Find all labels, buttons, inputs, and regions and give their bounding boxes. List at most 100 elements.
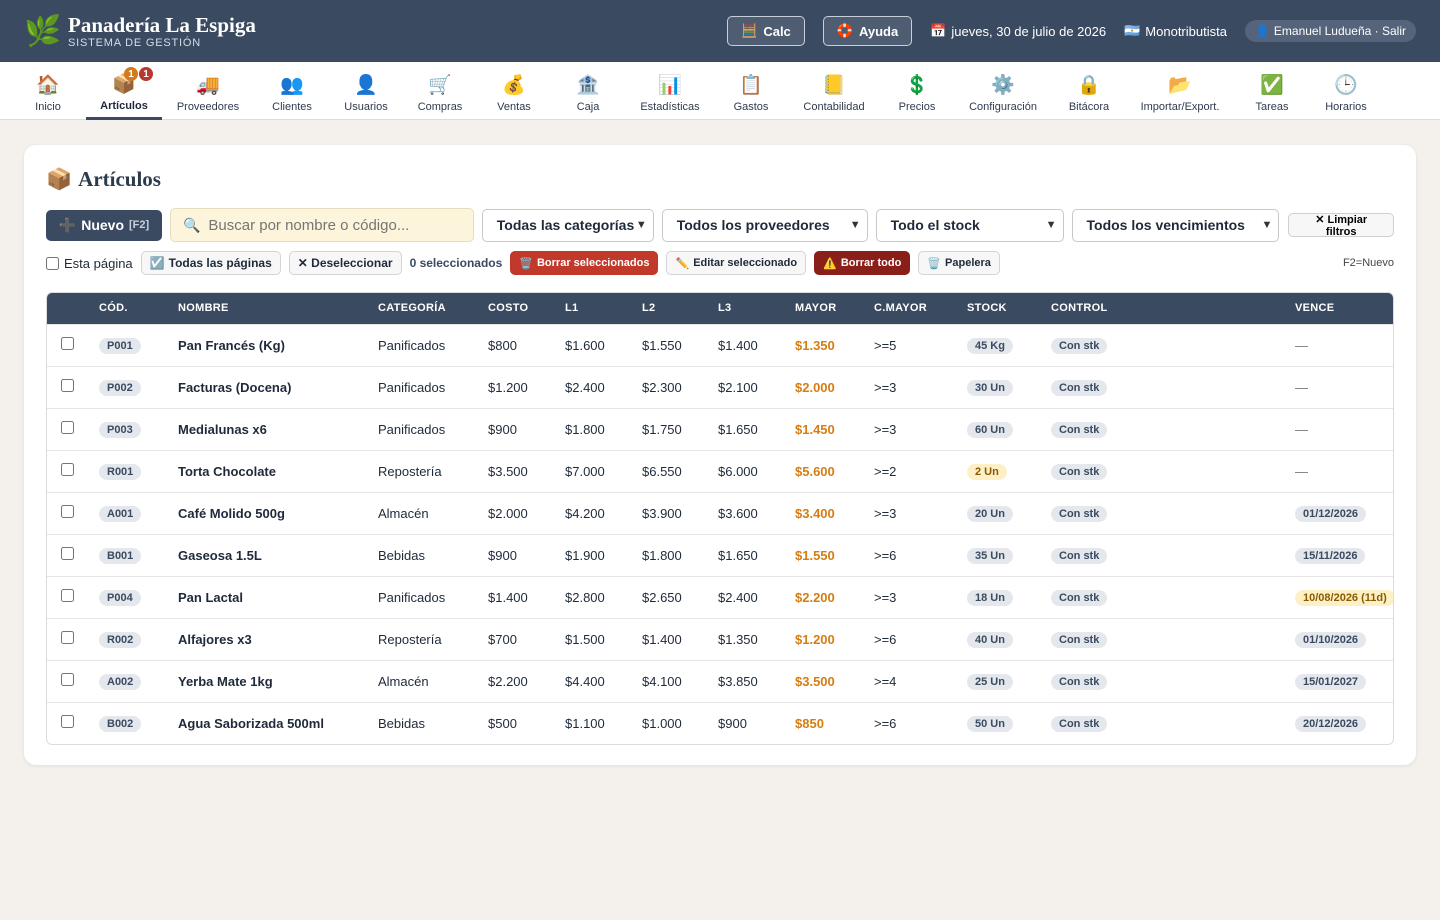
nav-item-ventas[interactable]: 💰 Ventas — [478, 62, 550, 120]
l3-cell: $2.400 — [718, 589, 758, 605]
cost-cell: $900 — [488, 547, 517, 563]
code-badge: P003 — [99, 421, 141, 438]
nav-item-precios[interactable]: 💲 Precios — [880, 62, 954, 120]
expiry-cell: — — [1295, 408, 1393, 450]
expiry-cell: 01/12/2026 — [1295, 492, 1393, 534]
row-checkbox[interactable] — [61, 631, 74, 644]
row-checkbox[interactable] — [61, 421, 74, 434]
control-cell: Con stk — [1051, 450, 1148, 492]
nav-item-horarios[interactable]: 🕒 Horarios — [1310, 62, 1382, 120]
pencil-icon: ✏️ — [675, 257, 690, 270]
control-cell: Con stk — [1051, 576, 1148, 618]
row-checkbox[interactable] — [61, 715, 74, 729]
caja-icon: 🏦 — [576, 75, 600, 96]
expiry-select[interactable]: Todos los vencimientos ▼ — [1071, 208, 1280, 242]
nav-item-contabilidad[interactable]: 📒 Contabilidad — [788, 62, 880, 120]
nav-item-compras[interactable]: 🛒 Compras — [402, 62, 478, 120]
category-cell: Panificados — [378, 589, 446, 605]
row-checkbox[interactable] — [61, 505, 74, 518]
nav-item-tareas[interactable]: ✅ Tareas — [1234, 62, 1310, 120]
trash-bin-button[interactable]: 🗑️ Papelera — [918, 251, 1000, 275]
row-checkbox[interactable] — [61, 463, 74, 476]
calc-button[interactable]: 🧮 Calc — [727, 16, 805, 46]
row-checkbox[interactable] — [61, 337, 74, 350]
nav-item-articulos[interactable]: 📦 Artículos 1 1 — [86, 62, 162, 120]
control-badge: Con stk — [1051, 337, 1108, 354]
nav-label: Inicio — [35, 101, 61, 113]
all-pages-button[interactable]: ☑️ Todas las páginas — [140, 251, 281, 275]
checkbox-icon: ☑️ — [149, 256, 165, 270]
stock-badge: 25 Un — [967, 673, 1013, 690]
selected-count: 0 seleccionados — [409, 256, 503, 270]
search-input[interactable] — [208, 216, 459, 234]
stock-cell: 50 Un — [967, 702, 1051, 744]
cost-cell: $900 — [488, 421, 517, 437]
spacer-cell — [1148, 492, 1295, 534]
row-select-cell — [47, 408, 99, 450]
nav-item-usuarios[interactable]: 👤 Usuarios — [330, 62, 402, 120]
tax-status-label: Monotributista — [1145, 23, 1227, 39]
clear-filters-button[interactable]: ✕ Limpiar filtros — [1288, 213, 1394, 238]
nav-item-gastos[interactable]: 📋 Gastos — [714, 62, 788, 120]
expiry-cell: 15/01/2027 — [1295, 660, 1393, 702]
nav-label: Horarios — [1325, 101, 1367, 113]
wholesale-price-cell: $850 — [795, 715, 824, 731]
argentina-flag-icon: 🇦🇷 — [1124, 23, 1141, 38]
edit-selected-button[interactable]: ✏️ Editar seleccionado — [666, 251, 807, 275]
row-checkbox[interactable] — [61, 589, 74, 602]
nav-item-importar-export[interactable]: 📂 Importar/Export. — [1126, 62, 1234, 120]
nav-item-clientes[interactable]: 👥 Clientes — [254, 62, 330, 120]
nav-item-caja[interactable]: 🏦 Caja — [550, 62, 626, 120]
nav-item-inicio[interactable]: 🏠 Inicio — [10, 62, 86, 120]
delete-all-button[interactable]: ⚠️ Borrar todo — [814, 251, 911, 275]
stock-select[interactable]: Todo el stock ▼ — [875, 208, 1064, 242]
deselect-button[interactable]: ✕ Deseleccionar — [288, 251, 402, 275]
chevron-down-icon: ▼ — [635, 219, 647, 231]
new-article-button[interactable]: ➕ Nuevo [F2] — [46, 209, 162, 241]
nav-item-bitacora[interactable]: 🔒 Bitácora — [1052, 62, 1126, 120]
table-row: A002 Yerba Mate 1kg Almacén $2.200 $4.400 $4.… — [47, 660, 1393, 702]
column-header: CONTROL — [1051, 302, 1108, 315]
cost-cell: $800 — [488, 337, 517, 353]
help-button[interactable]: 🛟 Ayuda — [822, 16, 913, 46]
this-page-checkbox[interactable] — [46, 256, 59, 270]
code-badge: P002 — [99, 379, 141, 396]
user-logout-pill[interactable]: 👤 Emanuel Ludueña · Salir — [1244, 20, 1416, 42]
spacer-cell — [1148, 534, 1295, 576]
code-cell: P004 — [99, 576, 178, 618]
stock-cell: 45 Kg — [967, 324, 1051, 366]
code-cell: P003 — [99, 408, 178, 450]
l3-cell: $3.600 — [718, 505, 758, 521]
row-checkbox[interactable] — [61, 673, 74, 686]
stock-badge: 50 Un — [967, 715, 1013, 732]
header-spacer — [1148, 293, 1295, 324]
spacer-cell — [1148, 450, 1295, 492]
code-cell: B002 — [99, 702, 178, 744]
nav-item-estadisticas[interactable]: 📊 Estadísticas — [626, 62, 714, 120]
cost-cell: $1.200 — [488, 379, 528, 395]
this-page-checkbox-label[interactable]: Esta página — [46, 256, 133, 271]
delete-selected-button[interactable]: 🗑️ Borrar seleccionados — [510, 251, 659, 275]
row-checkbox[interactable] — [61, 379, 74, 392]
supplier-select[interactable]: Todos los proveedores ▼ — [661, 208, 868, 242]
spacer-cell — [1148, 576, 1295, 618]
control-cell: Con stk — [1051, 618, 1148, 660]
name-cell: Yerba Mate 1kg — [178, 673, 273, 689]
horarios-icon: 🕒 — [1334, 75, 1358, 96]
nav-label: Importar/Export. — [1140, 101, 1220, 113]
category-cell: Repostería — [378, 631, 442, 647]
code-cell: P001 — [99, 324, 178, 366]
category-cell: Almacén — [378, 505, 429, 521]
wholesale-qty-cell: >=3 — [874, 421, 897, 437]
category-select[interactable]: Todas las categorías ▼ — [481, 208, 654, 242]
code-badge: R002 — [99, 631, 142, 648]
row-checkbox[interactable] — [61, 547, 74, 560]
trash-icon: 🗑️ — [519, 257, 533, 270]
nav-item-proveedores[interactable]: 🚚 Proveedores — [162, 62, 254, 120]
l3-cell: $1.350 — [718, 631, 758, 647]
nav-item-configuracion[interactable]: ⚙️ Configuración — [954, 62, 1052, 120]
nav-label: Contabilidad — [803, 101, 865, 113]
l3-cell: $1.650 — [718, 421, 758, 437]
expiry-badge: 01/10/2026 — [1295, 631, 1367, 648]
l3-cell: $3.850 — [718, 673, 758, 689]
